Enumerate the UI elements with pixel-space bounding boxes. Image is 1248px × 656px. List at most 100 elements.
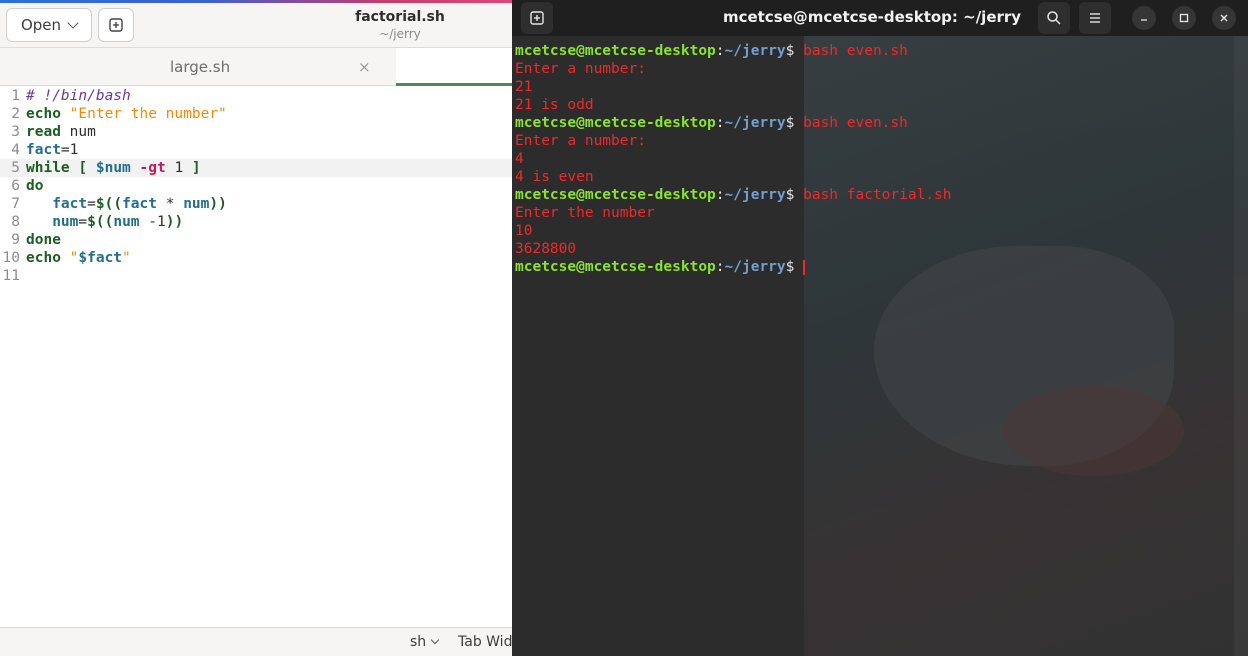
new-tab-icon: [530, 11, 544, 25]
line-number: 7: [11, 196, 20, 212]
output-text: 4: [515, 151, 524, 167]
code-text: fact=$((fact * num)): [52, 196, 227, 212]
code-text: echo "Enter the number": [26, 106, 227, 122]
line-number: 1: [11, 88, 20, 104]
tab-label: large.sh: [170, 58, 231, 76]
line-number: 5: [11, 160, 20, 176]
prompt-user: mcetcse@mcetcse-desktop: [515, 115, 716, 131]
terminal-command: [794, 259, 803, 275]
terminal-prompt-line: mcetcse@mcetcse-desktop:~/jerry$ bash fa…: [515, 186, 1235, 204]
prompt-user: mcetcse@mcetcse-desktop: [515, 187, 716, 203]
code-text: read num: [26, 124, 96, 140]
terminal-prompt-line: mcetcse@mcetcse-desktop:~/jerry$: [515, 258, 1235, 276]
language-label: sh: [410, 634, 427, 650]
prompt-user: mcetcse@mcetcse-desktop: [515, 43, 716, 59]
line-number: 6: [11, 178, 20, 194]
line-number: 8: [11, 214, 20, 230]
search-icon: [1047, 11, 1061, 25]
code-line-current: 5 while [ $num -gt 1 ]: [0, 159, 512, 177]
prompt-path: ~/jerry: [724, 187, 786, 203]
output-text: 3628800: [515, 241, 577, 257]
new-tab-button[interactable]: [98, 8, 134, 42]
line-number: 11: [2, 268, 20, 284]
prompt-user: mcetcse@mcetcse-desktop: [515, 259, 716, 275]
close-icon[interactable]: ×: [358, 58, 371, 76]
code-text: num=$((num -1)): [52, 214, 184, 230]
terminal-output-line: Enter a number:: [515, 132, 1235, 150]
hamburger-menu-icon: [1090, 13, 1100, 23]
code-text: # !/bin/bash: [26, 88, 131, 104]
line-number: 3: [11, 124, 20, 140]
maximize-button[interactable]: [1172, 6, 1196, 30]
editor-headerbar: Open factorial.sh ~/jerry: [0, 3, 512, 48]
line-number: 9: [11, 232, 20, 248]
prompt-colon: :: [715, 259, 725, 275]
code-editor[interactable]: 1 # !/bin/bash 2 echo "Enter the number" 3…: [0, 87, 512, 627]
code-line: 11: [0, 267, 512, 285]
terminal-prompt-line: mcetcse@mcetcse-desktop:~/jerry$ bash ev…: [515, 114, 1235, 132]
close-icon: [1220, 14, 1228, 22]
terminal-window: mcetcse@mcetcse-desktop: ~/jerry mcetcse…: [512, 0, 1248, 656]
terminal-headerbar: mcetcse@mcetcse-desktop: ~/jerry: [512, 0, 1248, 36]
terminal-scrollbar[interactable]: [1234, 36, 1248, 656]
file-name: factorial.sh: [355, 9, 445, 25]
terminal-prompt-line: mcetcse@mcetcse-desktop:~/jerry$ bash ev…: [515, 42, 1235, 60]
terminal-title: mcetcse@mcetcse-desktop: ~/jerry: [722, 8, 1022, 26]
prompt-colon: :: [715, 187, 725, 203]
minimize-button[interactable]: [1132, 6, 1156, 30]
document-title: factorial.sh ~/jerry: [300, 9, 500, 41]
open-button[interactable]: Open: [6, 8, 92, 42]
prompt-path: ~/jerry: [724, 115, 786, 131]
code-text: echo "$fact": [26, 250, 131, 266]
prompt-colon: :: [715, 43, 725, 59]
document-tabbar: large.sh ×: [0, 48, 512, 86]
code-line: 3 read num: [0, 123, 512, 141]
output-text: 21: [515, 79, 533, 95]
language-selector[interactable]: sh: [410, 634, 440, 650]
line-number: 4: [11, 142, 20, 158]
code-text: do: [26, 178, 44, 194]
code-text: while [ $num -gt 1 ]: [26, 160, 201, 176]
terminal-output-line: 4: [515, 150, 1235, 168]
text-editor-window: Open factorial.sh ~/jerry large.sh × 1 # …: [0, 0, 545, 656]
output-text: Enter a number:: [515, 61, 646, 77]
terminal-cursor: [803, 259, 806, 275]
menu-button[interactable]: [1079, 2, 1111, 34]
maximize-icon: [1179, 13, 1189, 23]
terminal-output-line: 21 is odd: [515, 96, 1235, 114]
code-line: 10 echo "$fact": [0, 249, 512, 267]
search-button[interactable]: [1038, 2, 1070, 34]
code-text: done: [26, 232, 61, 248]
line-number: 2: [11, 106, 20, 122]
code-line: 1 # !/bin/bash: [0, 87, 512, 105]
output-text: Enter the number: [515, 205, 655, 221]
output-text: 10: [515, 223, 533, 239]
output-text: Enter a number:: [515, 133, 646, 149]
terminal-command: bash even.sh: [794, 115, 908, 131]
code-line: 6 do: [0, 177, 512, 195]
terminal-output-line: 10: [515, 222, 1235, 240]
tab-large-sh[interactable]: large.sh ×: [0, 48, 396, 86]
close-button[interactable]: [1212, 6, 1236, 30]
open-button-label: Open: [20, 16, 62, 34]
terminal-output-line: Enter a number:: [515, 60, 1235, 78]
chevron-down-icon: [430, 635, 440, 645]
terminal-output-line: 21: [515, 78, 1235, 96]
chevron-down-icon: [67, 17, 79, 29]
terminal-output-line: 3628800: [515, 240, 1235, 258]
new-tab-button[interactable]: [521, 2, 553, 34]
file-path: ~/jerry: [379, 27, 421, 41]
code-line: 4 fact=1: [0, 141, 512, 159]
terminal-command: bash even.sh: [794, 43, 908, 59]
code-line: 7 fact=$((fact * num)): [0, 195, 512, 213]
terminal-output-line: Enter the number: [515, 204, 1235, 222]
code-text: fact=1: [26, 142, 79, 158]
code-line: 9 done: [0, 231, 512, 249]
editor-statusbar: sh Tab Width: 8: [0, 627, 545, 656]
terminal-output[interactable]: mcetcse@mcetcse-desktop:~/jerry$ bash ev…: [515, 42, 1235, 276]
prompt-path: ~/jerry: [724, 43, 786, 59]
tab-factorial-sh[interactable]: [396, 48, 512, 86]
terminal-output-line: 4 is even: [515, 168, 1235, 186]
new-document-icon: [109, 18, 123, 32]
code-line: 8 num=$((num -1)): [0, 213, 512, 231]
